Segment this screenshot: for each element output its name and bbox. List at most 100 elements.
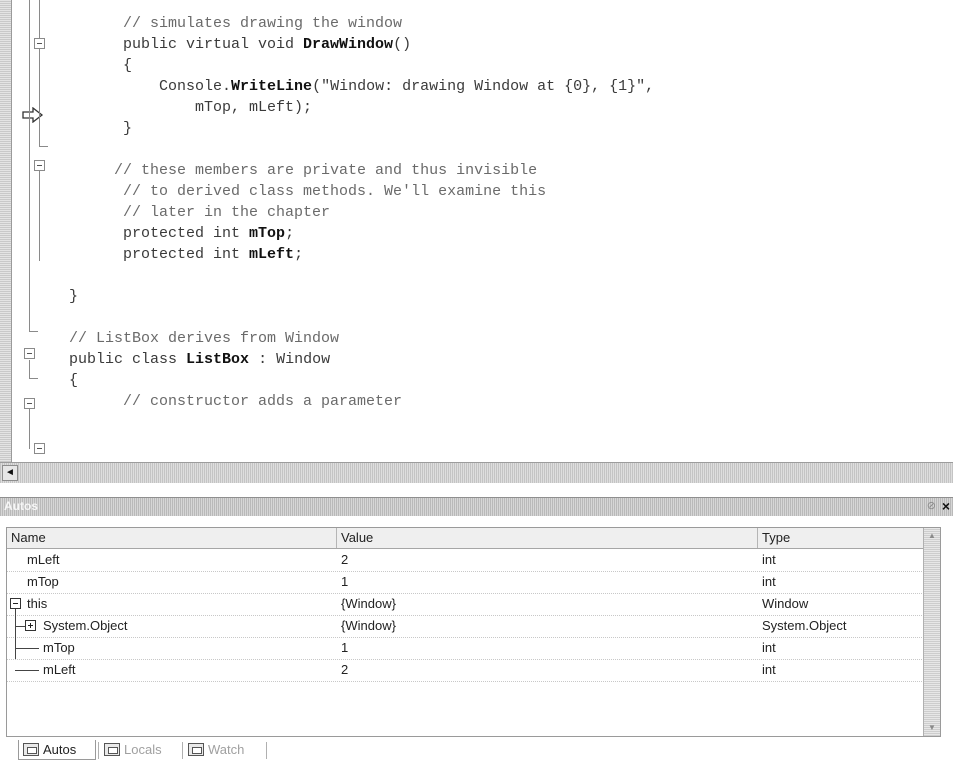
collapse-toggle[interactable]: [34, 38, 45, 49]
variable-value[interactable]: {Window}: [341, 615, 396, 637]
pin-icon[interactable]: ⊘: [927, 499, 936, 512]
code-editor[interactable]: // simulates drawing the window public v…: [0, 0, 953, 462]
code-line[interactable]: // these members are private and thus in…: [51, 160, 537, 181]
collapse-toggle[interactable]: [34, 443, 45, 454]
code-comment: // simulates drawing the window: [123, 15, 403, 32]
tab-watch[interactable]: Watch: [184, 740, 264, 760]
outline-line: [29, 0, 30, 330]
code-line[interactable]: // constructor adds a parameter: [51, 391, 402, 412]
code-line[interactable]: protected int mLeft;: [51, 244, 303, 265]
variable-type: System.Object: [762, 618, 847, 633]
collapse-toggle[interactable]: [24, 398, 35, 409]
tab-divider: [98, 742, 99, 759]
close-icon[interactable]: ×: [942, 498, 950, 514]
variable-type: Window: [762, 596, 809, 611]
autos-title-bar: Autos ⊘ ×: [0, 497, 953, 516]
variable-value[interactable]: {Window}: [341, 593, 396, 615]
code-text: {: [69, 372, 79, 389]
code-comment: // these members are private and thus in…: [114, 162, 538, 179]
code-line[interactable]: mTop, mLeft);: [51, 97, 312, 118]
variable-type: int: [762, 662, 776, 677]
watch-window-icon: [188, 743, 204, 756]
outline-end: [39, 138, 48, 147]
outline-line: [29, 409, 30, 449]
vertical-scrollbar[interactable]: ▲ ▼: [923, 528, 940, 736]
code-identifier: ListBox: [186, 351, 250, 368]
table-row[interactable]: mLeft 2 int: [7, 659, 940, 682]
code-text: (): [393, 36, 412, 53]
variable-value[interactable]: 1: [341, 571, 348, 593]
code-line[interactable]: Console.WriteLine("Window: drawing Windo…: [51, 76, 654, 97]
locals-window-icon: [104, 743, 120, 756]
code-line[interactable]: // ListBox derives from Window: [51, 328, 339, 349]
grid-header: Name Value Type: [7, 528, 940, 549]
collapse-icon[interactable]: [10, 598, 21, 609]
expand-icon[interactable]: [25, 620, 36, 631]
code-text: public virtual void: [123, 36, 304, 53]
variable-value[interactable]: 2: [341, 549, 348, 571]
variable-value[interactable]: 1: [341, 637, 348, 659]
column-header-value[interactable]: Value: [337, 528, 758, 548]
variable-type: int: [762, 640, 776, 655]
outline-line: [39, 49, 40, 147]
tab-autos[interactable]: Autos: [18, 740, 96, 760]
code-line[interactable]: }: [51, 286, 78, 307]
code-line[interactable]: // to derived class methods. We'll exami…: [51, 181, 546, 202]
table-row[interactable]: System.Object {Window} System.Object: [7, 609, 940, 659]
code-text: }: [123, 120, 133, 137]
code-line[interactable]: public virtual void DrawWindow(): [51, 34, 411, 55]
column-header-type[interactable]: Type: [758, 528, 924, 548]
code-line[interactable]: // simulates drawing the window: [51, 13, 402, 34]
code-line[interactable]: public class ListBox : Window: [51, 349, 330, 370]
column-header-name[interactable]: Name: [7, 528, 337, 548]
code-comment: // constructor adds a parameter: [123, 393, 403, 410]
tab-locals[interactable]: Locals: [100, 740, 180, 760]
horizontal-scrollbar[interactable]: ◄: [0, 462, 953, 483]
scroll-up-arrow-icon[interactable]: ▲: [926, 530, 938, 542]
code-comment: // to derived class methods. We'll exami…: [123, 183, 547, 200]
code-line[interactable]: {: [51, 55, 132, 76]
variable-type: int: [762, 574, 776, 589]
collapse-toggle[interactable]: [34, 160, 45, 171]
code-identifier: DrawWindow: [303, 36, 394, 53]
code-text: ;: [285, 225, 295, 242]
code-text: ("Window: drawing Window at {0}, {1}",: [312, 78, 655, 95]
code-text: ;: [294, 246, 304, 263]
autos-grid: Name Value Type mLeft 2 int mTop 1 int t…: [6, 527, 941, 737]
variable-name: mTop: [27, 574, 59, 589]
code-line[interactable]: protected int mTop;: [51, 223, 294, 244]
code-text: : Window: [249, 351, 331, 368]
table-row[interactable]: this {Window} Window: [7, 593, 940, 616]
pane-title: Autos: [4, 499, 38, 513]
table-row[interactable]: mTop 1 int: [7, 571, 940, 594]
autos-window-icon: [23, 743, 39, 756]
code-line[interactable]: // later in the chapter: [51, 202, 330, 223]
tab-label: Locals: [124, 742, 162, 757]
table-row[interactable]: mTop 1 int: [7, 637, 940, 660]
outline-end: [29, 323, 38, 332]
code-text: public class: [69, 351, 187, 368]
code-identifier: WriteLine: [231, 78, 313, 95]
collapse-toggle[interactable]: [24, 348, 35, 359]
scroll-left-arrow-icon[interactable]: ◄: [2, 465, 18, 481]
code-line[interactable]: {: [51, 370, 78, 391]
arrow-right-icon: [22, 107, 44, 123]
table-row[interactable]: mLeft 2 int: [7, 549, 940, 572]
code-line[interactable]: }: [51, 118, 132, 139]
variable-name: System.Object: [43, 618, 128, 633]
scroll-down-arrow-icon[interactable]: ▼: [926, 722, 938, 734]
variable-name: mTop: [43, 640, 75, 655]
variable-name: mLeft: [27, 552, 60, 567]
variable-name: mLeft: [43, 662, 76, 677]
variable-value[interactable]: 2: [341, 659, 348, 681]
code-text: }: [69, 288, 79, 305]
